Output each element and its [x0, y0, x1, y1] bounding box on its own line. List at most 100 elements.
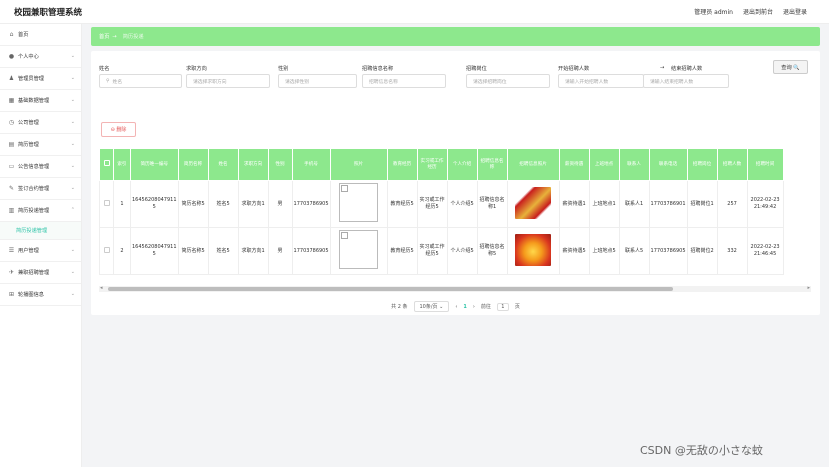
person-icon: ♟ [8, 75, 15, 82]
sidebar-item-1[interactable]: ● 个人中心 ⌄ [0, 46, 81, 68]
chevron-icon: ⌄ [70, 163, 75, 169]
cell-job: 招聘信息名称5 [476, 227, 508, 275]
select-all-checkbox[interactable] [103, 160, 110, 166]
cell-resume: 简历名称5 [177, 227, 209, 275]
chevron-icon: ⌄ [70, 247, 75, 253]
data-table: 索引 简历唯一编号 简历名称 姓名 求职方向 性别 手机号 照片 教育经历 实习或工作经历 个人介绍… [99, 148, 811, 286]
gender-select[interactable]: 请选择性别 [278, 74, 357, 88]
chevron-icon: ⌃ [70, 207, 75, 213]
scrollbar-thumb[interactable] [108, 287, 673, 291]
content-panel: 姓名 ⚲ 姓名 求职方向 请选择求职方向 性别 请选择性别 招聘信息名称 招聘信息… [91, 51, 820, 315]
row-checkbox-cell[interactable] [99, 227, 114, 275]
sidebar-item-label: 轮播图信息 [18, 292, 44, 298]
row-checkbox[interactable] [103, 246, 110, 253]
column-header: 招聘时间 [746, 148, 784, 181]
breadcrumb-home[interactable]: 首页 [99, 33, 109, 40]
position-select[interactable]: 请选择招聘岗位 [466, 74, 550, 88]
end-count-input[interactable]: 请输入结束招聘人数 [643, 74, 729, 88]
sidebar-item-8[interactable]: ▥ 简历投递管理 ⌃ [0, 200, 81, 222]
row-checkbox[interactable] [103, 199, 110, 206]
next-page-button[interactable]: › [473, 304, 475, 310]
scroll-right-icon[interactable]: ▸ [807, 285, 810, 291]
main-content: 首页 → 简历投递 姓名 ⚲ 姓名 求职方向 请选择求职方向 性别 请选择性别 招… [91, 27, 820, 315]
cell-time: 2022-02-23 21:46:45 [746, 227, 784, 275]
job-info-label: 招聘信息名称 [362, 66, 394, 72]
start-count-input[interactable]: 请输入开始招聘人数 [558, 74, 644, 88]
cell-gender: 男 [267, 227, 293, 275]
range-arrow: → [660, 65, 665, 71]
sidebar-item-10[interactable]: ✈ 兼职招聘管理 ⌄ [0, 262, 81, 284]
sidebar-item-5[interactable]: ▤ 简历管理 ⌄ [0, 134, 81, 156]
column-header: 上班地点 [588, 148, 620, 181]
recruit-poster-image [515, 233, 552, 266]
cell-salary: 薪资待遇1 [558, 180, 590, 228]
name-input[interactable]: ⚲ 姓名 [99, 74, 182, 88]
sidebar-item-label: 基础数据管理 [18, 98, 50, 104]
direction-placeholder: 请选择求职方向 [193, 79, 227, 85]
row-checkbox-cell[interactable] [99, 180, 114, 228]
sidebar-subitem-active[interactable]: 简历投递管理 [0, 222, 81, 240]
column-header: 招聘人数 [716, 148, 748, 181]
breadcrumb-current: 简历投递 [122, 34, 144, 40]
cell-time: 2022-02-23 21:49:42 [746, 180, 784, 228]
cell-exp: 实习或工作经历5 [416, 180, 448, 228]
column-header[interactable] [99, 148, 114, 181]
cell-job: 招聘信息名称1 [476, 180, 508, 228]
back-to-front-link[interactable]: 退出到前台 [743, 7, 773, 16]
goto-input[interactable]: 1 [496, 302, 509, 311]
direction-select[interactable]: 请选择求职方向 [186, 74, 270, 88]
cell-salary: 薪资待遇5 [558, 227, 590, 275]
scroll-left-icon[interactable]: ◂ [100, 285, 103, 291]
image-icon: ⊞ [8, 291, 15, 298]
table-row[interactable]: 2 16456208047911 5 简历名称5 姓名5 求职方向1 男 177037869… [99, 227, 784, 275]
cell-contact: 联系人5 [618, 227, 650, 275]
logout-link[interactable]: 退出登录 [783, 7, 807, 16]
table-row[interactable]: 1 16456208047911 5 简历名称5 姓名5 求职方向1 男 177037869… [99, 180, 784, 228]
current-page[interactable]: 1 [463, 304, 466, 310]
sidebar-item-6[interactable]: ▭ 公告信息管理 ⌄ [0, 156, 81, 178]
page-size-select[interactable]: 10条/页 ⌄ [413, 301, 450, 312]
sidebar-item-2[interactable]: ♟ 管理员管理 ⌄ [0, 68, 81, 90]
column-header: 性别 [267, 148, 293, 181]
doc-icon: ▭ [8, 163, 15, 170]
cell-name: 姓名5 [207, 180, 239, 228]
cell-intro: 个人介绍5 [446, 227, 478, 275]
grid-icon: ▦ [8, 97, 15, 104]
sidebar-item-9[interactable]: ☰ 用户管理 ⌄ [0, 240, 81, 262]
admin-user[interactable]: 管理员 admin [694, 7, 733, 16]
job-photo-cell [506, 227, 560, 275]
chevron-icon: ⌄ [70, 97, 75, 103]
users-icon: ☰ [8, 247, 15, 254]
sidebar-item-label: 管理员管理 [18, 76, 44, 82]
watermark: CSDN @无敌の小さな蚊 [640, 444, 763, 457]
delete-button[interactable]: ⊖ 删除 [101, 122, 136, 137]
sidebar-item-7[interactable]: ✎ 签订合约管理 ⌄ [0, 178, 81, 200]
resume-table: 索引 简历唯一编号 简历名称 姓名 求职方向 性别 手机号 照片 教育经历 实习或工作经历 个人介绍… [99, 148, 784, 275]
breadcrumb: 首页 → 简历投递 [91, 27, 820, 46]
prev-page-button[interactable]: ‹ [455, 304, 457, 310]
chevron-icon: ⌄ [70, 185, 75, 191]
photo-cell [329, 227, 388, 275]
end-count-placeholder: 请输入结束招聘人数 [650, 79, 694, 85]
job-info-input[interactable]: 招聘信息名称 [362, 74, 446, 88]
sidebar-item-label: 公司管理 [18, 120, 39, 126]
cell-idx: 2 [113, 227, 131, 275]
shirt-icon: ▤ [8, 141, 15, 148]
sidebar-item-label: 简历管理 [18, 142, 39, 148]
cell-tel: 17703786901 [648, 180, 688, 228]
chevron-icon: ⌄ [70, 119, 75, 125]
contract-icon: ✎ [8, 185, 15, 192]
sidebar-item-11[interactable]: ⊞ 轮播图信息 ⌄ [0, 284, 81, 306]
sidebar-item-3[interactable]: ▦ 基础数据管理 ⌄ [0, 90, 81, 112]
column-header: 简历名称 [177, 148, 209, 181]
broken-image-icon [339, 183, 379, 222]
horizontal-scrollbar[interactable]: ◂ ▸ [99, 285, 811, 292]
query-button[interactable]: 查询 🔍 [773, 60, 808, 74]
name-label: 姓名 [99, 66, 110, 72]
cell-exp: 实习或工作经历5 [416, 227, 448, 275]
sidebar-item-0[interactable]: ⌂ 首页 [0, 24, 81, 46]
cell-contact: 联系人1 [618, 180, 650, 228]
home-icon: ⌂ [9, 31, 14, 38]
job-photo-cell [506, 180, 560, 228]
sidebar-item-4[interactable]: ◷ 公司管理 ⌄ [0, 112, 81, 134]
